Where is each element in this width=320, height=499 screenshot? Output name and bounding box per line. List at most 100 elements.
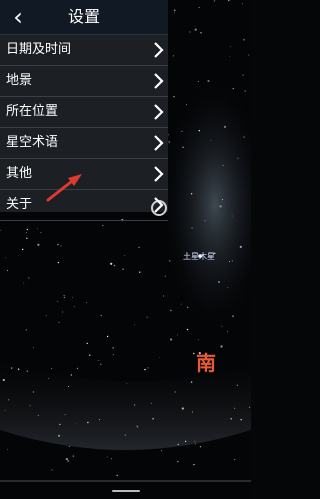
star	[28, 277, 30, 279]
star	[51, 469, 53, 471]
star	[17, 368, 20, 370]
star	[204, 220, 206, 222]
star	[241, 3, 243, 5]
star	[6, 270, 8, 272]
menu-item-other[interactable]: 其他	[0, 159, 168, 190]
star	[221, 325, 223, 327]
star	[124, 434, 126, 436]
star	[106, 335, 109, 338]
star	[25, 329, 27, 331]
star	[26, 228, 29, 231]
chevron-right-icon	[154, 166, 164, 182]
selection-ring-icon	[151, 200, 167, 216]
star	[23, 282, 25, 284]
star	[139, 271, 141, 273]
star	[48, 378, 50, 380]
menu-item-label: 关于	[6, 197, 33, 212]
star	[147, 367, 149, 369]
star	[172, 55, 174, 57]
star	[234, 407, 236, 409]
star	[138, 246, 140, 249]
star	[45, 315, 47, 317]
star	[113, 264, 116, 267]
star	[60, 245, 62, 247]
menu-item-label: 日期及时间	[6, 42, 72, 57]
star	[99, 419, 100, 421]
star	[192, 464, 195, 466]
star	[68, 446, 70, 447]
star	[136, 425, 138, 427]
header: ‹ 设置	[0, 0, 168, 35]
star	[168, 141, 170, 143]
star	[106, 456, 108, 458]
star	[181, 407, 184, 410]
star	[26, 370, 28, 372]
star	[231, 215, 233, 217]
star	[236, 384, 239, 386]
star	[191, 411, 193, 413]
star	[87, 421, 89, 424]
menu-item-location[interactable]: 所在位置	[0, 97, 168, 128]
star	[76, 367, 79, 370]
star	[249, 406, 251, 408]
star	[185, 104, 187, 106]
star	[57, 434, 61, 437]
star	[32, 391, 35, 393]
menu-item-date-time[interactable]: 日期及时间	[0, 35, 168, 66]
page-title: 设置	[67, 7, 100, 26]
star	[226, 331, 228, 333]
star	[177, 443, 179, 446]
star	[116, 474, 118, 477]
star	[190, 193, 193, 195]
star	[198, 130, 200, 132]
star	[144, 368, 146, 371]
menu-item-sky-terms[interactable]: 星空术语	[0, 128, 168, 159]
star	[164, 275, 166, 277]
chevron-right-icon	[154, 104, 164, 120]
star	[195, 443, 196, 445]
star	[173, 12, 175, 14]
star	[239, 245, 242, 248]
menu-item-about[interactable]: 关于	[0, 190, 168, 221]
star	[197, 339, 199, 341]
star	[182, 146, 184, 148]
home-indicator[interactable]	[112, 490, 140, 492]
star	[97, 359, 99, 361]
star	[231, 315, 235, 318]
star	[177, 334, 178, 336]
direction-label: 南	[196, 351, 216, 375]
star	[63, 296, 66, 299]
star	[231, 260, 233, 262]
star	[244, 90, 246, 92]
star	[134, 404, 136, 406]
star	[220, 345, 223, 348]
star	[169, 260, 171, 262]
star	[237, 157, 239, 159]
star	[33, 347, 35, 348]
star	[199, 446, 202, 448]
star	[186, 328, 189, 331]
star	[161, 450, 162, 452]
star	[86, 342, 88, 345]
star	[59, 423, 61, 426]
star	[57, 300, 59, 302]
star	[72, 296, 74, 298]
star	[126, 382, 128, 384]
star	[0, 229, 2, 231]
star	[100, 314, 103, 317]
star	[173, 96, 175, 98]
star	[11, 367, 13, 369]
chevron-right-icon	[154, 42, 164, 58]
star	[112, 354, 114, 356]
star	[243, 39, 245, 41]
star	[159, 356, 161, 358]
star	[170, 309, 172, 312]
star	[174, 9, 176, 11]
star	[72, 455, 75, 457]
star	[4, 257, 6, 259]
star	[230, 45, 232, 47]
menu-item-landscape[interactable]: 地景	[0, 66, 168, 97]
star	[229, 55, 231, 57]
star	[207, 79, 210, 83]
star	[58, 322, 60, 323]
